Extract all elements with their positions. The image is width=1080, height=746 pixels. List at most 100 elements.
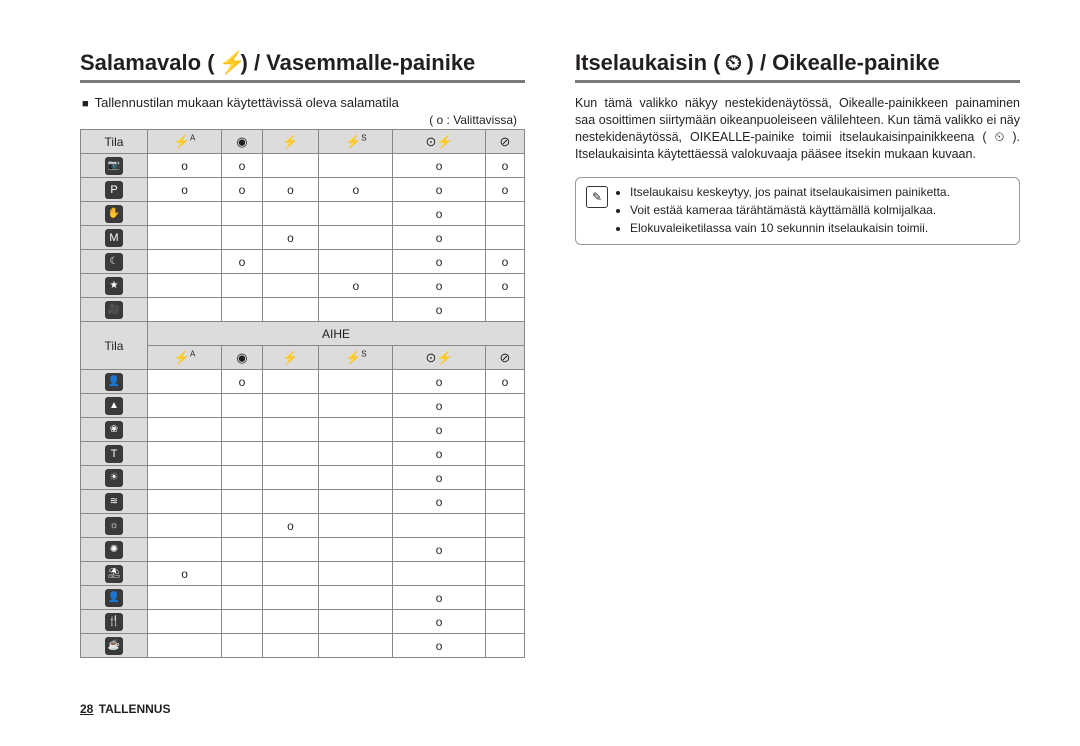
aihe-icon-row: ⚡A ◉ ⚡ ⚡S ⊙⚡ ⊘ [81, 346, 525, 370]
mode-firework-icon: ✺ [105, 541, 123, 559]
cell [222, 466, 263, 490]
cell [319, 538, 393, 562]
table-row: Poooooo [81, 178, 525, 202]
mode-backlight-icon: ☼ [105, 517, 123, 535]
cell [148, 226, 222, 250]
col2-slow-sync-icon: ⊙⚡ [393, 346, 485, 370]
cell [319, 466, 393, 490]
row-head: ▲ [81, 394, 148, 418]
cell [222, 394, 263, 418]
mode-text-icon: T [105, 445, 123, 463]
cell [485, 418, 524, 442]
cell: o [319, 274, 393, 298]
col-flash-a-icon: ⚡A [148, 130, 222, 154]
cell [222, 226, 263, 250]
cell: o [148, 154, 222, 178]
cell: o [393, 226, 485, 250]
row-head: 👤 [81, 370, 148, 394]
cell [319, 154, 393, 178]
cell [222, 514, 263, 538]
cell: o [262, 514, 319, 538]
cell [222, 634, 263, 658]
cell [485, 538, 524, 562]
mode-portrait-icon: 👤 [105, 373, 123, 391]
cell [485, 442, 524, 466]
left-title-prefix: Salamavalo ( [80, 50, 215, 76]
cell: o [485, 178, 524, 202]
table-header-row: Tila ⚡A ◉ ⚡ ⚡S ⊙⚡ ⊘ [81, 130, 525, 154]
mode-manual-icon: M [105, 229, 123, 247]
note-item: Elokuvaleiketilassa vain 10 sekunnin its… [630, 220, 950, 236]
cell: o [222, 178, 263, 202]
mode-closeup-icon: ❀ [105, 421, 123, 439]
cell [319, 250, 393, 274]
cell [262, 418, 319, 442]
cell: o [262, 226, 319, 250]
cell [148, 418, 222, 442]
cell [485, 298, 524, 322]
table-row: ▲o [81, 394, 525, 418]
row-head: ★ [81, 274, 148, 298]
cell [148, 466, 222, 490]
col-flash-off-icon: ⊘ [485, 130, 524, 154]
cell [485, 586, 524, 610]
cell: o [393, 538, 485, 562]
cell [222, 490, 263, 514]
cell [222, 538, 263, 562]
cell [262, 538, 319, 562]
note-icon: ✎ [586, 186, 608, 208]
cell [222, 442, 263, 466]
cell [148, 586, 222, 610]
mode-landscape-icon: ▲ [105, 397, 123, 415]
note-box: ✎ Itselaukaisu keskeytyy, jos painat its… [575, 177, 1020, 246]
cell [222, 610, 263, 634]
mode-dawn-icon: ≋ [105, 493, 123, 511]
cell [319, 610, 393, 634]
row-head: 🍴 [81, 610, 148, 634]
row-head: M [81, 226, 148, 250]
table-row: ☼o [81, 514, 525, 538]
col-flash-s-icon: ⚡S [319, 130, 393, 154]
row-head: ☼ [81, 514, 148, 538]
row-head: ☕ [81, 634, 148, 658]
footer-section: TALLENNUS [99, 702, 171, 716]
cell [148, 490, 222, 514]
cell [485, 202, 524, 226]
cell [485, 490, 524, 514]
right-title: Itselaukaisin ( ⏲ ) / Oikealle-painike [575, 50, 1020, 76]
cell [262, 202, 319, 226]
row-head: 👤 [81, 586, 148, 610]
row-head: ☀ [81, 466, 148, 490]
table-row: 🍴o [81, 610, 525, 634]
table-row: Mo o [81, 226, 525, 250]
table-row: ✺o [81, 538, 525, 562]
right-title-prefix: Itselaukaisin ( [575, 50, 721, 76]
cell: o [222, 154, 263, 178]
cell: o [393, 634, 485, 658]
cell [148, 538, 222, 562]
cell: o [393, 418, 485, 442]
cell [148, 274, 222, 298]
tila-header: Tila [81, 130, 148, 154]
cell [262, 610, 319, 634]
row-head: T [81, 442, 148, 466]
cell [393, 562, 485, 586]
cell [222, 298, 263, 322]
cell: o [148, 562, 222, 586]
cell [148, 634, 222, 658]
page-footer: 28 TALLENNUS [80, 702, 170, 716]
cell [319, 418, 393, 442]
col2-redeye-icon: ◉ [222, 346, 263, 370]
col-redeye-icon: ◉ [222, 130, 263, 154]
cell [262, 370, 319, 394]
cell [222, 586, 263, 610]
cell: o [262, 178, 319, 202]
cell [319, 226, 393, 250]
note-item: Voit estää kameraa tärähtämästä käyttämä… [630, 202, 950, 218]
mode-camera-icon: 📷 [105, 157, 123, 175]
cell: o [222, 250, 263, 274]
left-title-suffix: ) / Vasemmalle-painike [241, 50, 476, 76]
cell [319, 634, 393, 658]
cell: o [393, 394, 485, 418]
cell [148, 442, 222, 466]
